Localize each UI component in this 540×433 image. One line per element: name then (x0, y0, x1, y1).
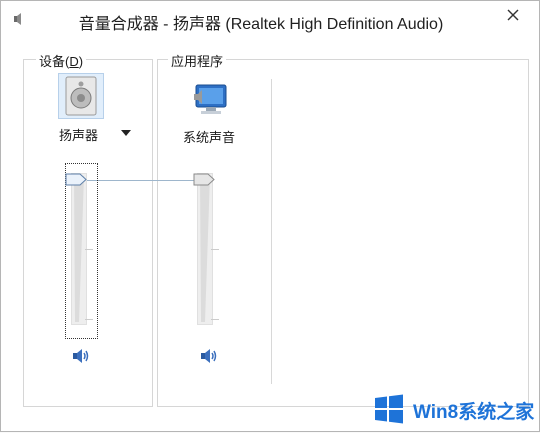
chevron-down-icon (121, 130, 131, 136)
level-meter-background (200, 176, 210, 322)
slider-tick (85, 319, 93, 320)
volume-mixer-window: 音量合成器 - 扬声器 (Realtek High Definition Aud… (0, 0, 540, 432)
device-group-label: 设备(D) (36, 51, 87, 70)
close-button[interactable] (498, 3, 528, 27)
slider-tick (211, 249, 219, 250)
window-title: 音量合成器 - 扬声器 (Realtek High Definition Aud… (78, 16, 444, 33)
slider-tick (85, 249, 93, 250)
watermark-text: Win8系统之家 (413, 402, 535, 423)
app-column-divider (271, 79, 272, 384)
applications-group-label: 应用程序 (168, 51, 227, 70)
level-meter-background (74, 176, 84, 322)
app-mute-button[interactable] (199, 346, 219, 366)
system-sounds-icon-button[interactable] (191, 81, 231, 119)
device-dropdown[interactable] (120, 129, 132, 137)
app-slider-thumb[interactable] (193, 173, 215, 186)
device-mute-button[interactable] (71, 346, 91, 366)
volume-icon (73, 349, 89, 363)
app-name: 系统声音 (183, 130, 236, 145)
close-icon (507, 9, 519, 21)
device-name: 扬声器 (59, 128, 99, 143)
level-link-line (85, 180, 197, 181)
device-icon-button[interactable] (58, 73, 104, 119)
speaker-device-icon (65, 76, 97, 116)
volume-icon (201, 349, 217, 363)
device-slider-thumb[interactable] (65, 173, 87, 186)
windows-logo (375, 394, 403, 424)
watermark: Win8系统之家 (361, 387, 540, 433)
slider-tick (211, 319, 219, 320)
title-bar[interactable]: 音量合成器 - 扬声器 (Realtek High Definition Aud… (1, 1, 539, 37)
system-sounds-icon (194, 84, 227, 114)
